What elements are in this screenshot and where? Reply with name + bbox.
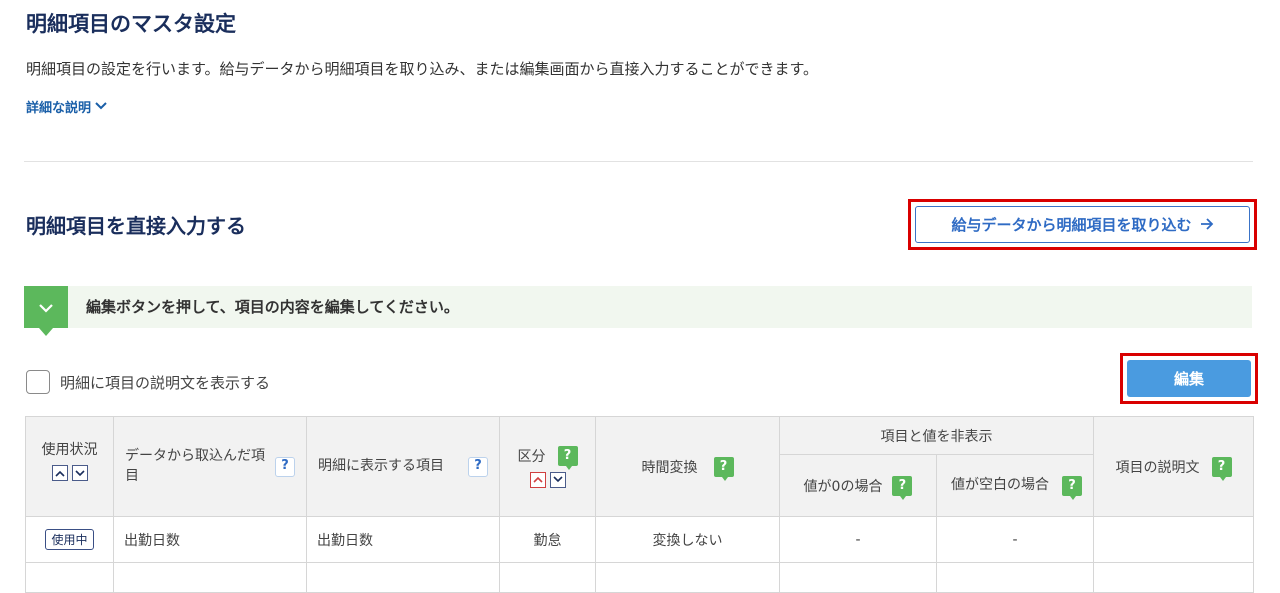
when-zero-cell: [779, 562, 937, 593]
header-time-conversion: 時間変換 ?: [595, 416, 780, 517]
imported-cell: [113, 562, 307, 593]
arrow-right-icon: [1200, 216, 1214, 234]
header-description-label: 項目の説明文: [1115, 459, 1200, 476]
chevron-down-icon: [95, 99, 107, 114]
header-imported: データから取込んだ項目 ?: [113, 416, 307, 517]
show-description-checkbox[interactable]: [26, 370, 50, 394]
import-button-highlight: 給与データから明細項目を取り込む: [908, 199, 1257, 250]
import-button-label: 給与データから明細項目を取り込む: [951, 216, 1192, 234]
status-sort-controls: [27, 465, 112, 481]
time-conversion-cell: [595, 562, 780, 593]
category-cell: 勤怠: [499, 516, 596, 563]
detail-toggle-link[interactable]: 詳細な説明: [26, 97, 107, 116]
display-cell: 出勤日数: [306, 516, 500, 563]
help-icon[interactable]: ?: [1211, 456, 1232, 481]
header-when-zero-label: 値が0の場合: [803, 478, 883, 495]
header-display: 明細に表示する項目 ?: [306, 416, 500, 517]
header-display-label: 明細に表示する項目: [318, 457, 444, 474]
chevron-down-icon[interactable]: [549, 471, 566, 488]
page-description: 明細項目の設定を行います。給与データから明細項目を取り込み、または編集画面から直…: [26, 60, 819, 78]
section-divider: [24, 161, 1253, 162]
import-from-payroll-button[interactable]: 給与データから明細項目を取り込む: [915, 206, 1250, 243]
description-cell: [1093, 516, 1254, 563]
help-icon[interactable]: ?: [713, 456, 734, 481]
status-badge[interactable]: 使用中: [45, 529, 94, 550]
items-table: 使用状況 データから取込んだ項目 ? 明細に表示する項目 ? 区分 ? 時間変換…: [25, 416, 1254, 593]
header-when-zero: 値が0の場合 ?: [779, 454, 937, 517]
status-cell: [25, 562, 114, 593]
help-icon[interactable]: ?: [557, 445, 578, 470]
chevron-down-icon[interactable]: [71, 465, 88, 481]
header-time-conversion-label: 時間変換: [641, 459, 698, 476]
notice-badge: [24, 286, 68, 328]
status-cell: 使用中: [25, 516, 114, 563]
display-cell: [306, 562, 500, 593]
show-description-label[interactable]: 明細に項目の説明文を表示する: [60, 372, 270, 393]
edit-button[interactable]: 編集: [1127, 360, 1251, 397]
time-conversion-cell: 変換しない: [595, 516, 780, 563]
help-icon[interactable]: ?: [1062, 475, 1082, 500]
detail-link-label: 詳細な説明: [26, 101, 92, 116]
when-zero-cell: -: [779, 516, 937, 563]
header-category: 区分 ?: [499, 416, 596, 517]
category-cell: [499, 562, 596, 593]
header-imported-label: データから取込んだ項目: [125, 447, 265, 484]
header-when-blank-label: 値が空白の場合: [951, 476, 1049, 493]
help-icon[interactable]: ?: [468, 456, 488, 477]
chevron-down-icon: [39, 298, 53, 317]
help-icon[interactable]: ?: [275, 456, 295, 477]
when-blank-cell: [936, 562, 1094, 593]
notice-text: 編集ボタンを押して、項目の内容を編集してください。: [86, 298, 459, 316]
header-status-label: 使用状況: [41, 442, 98, 458]
help-icon[interactable]: ?: [892, 475, 913, 500]
notice-bar: 編集ボタンを押して、項目の内容を編集してください。: [24, 286, 1252, 336]
chevron-up-icon[interactable]: [51, 465, 68, 481]
header-hide-group: 項目と値を非表示: [779, 416, 1094, 455]
header-description: 項目の説明文 ?: [1093, 416, 1254, 517]
imported-cell: 出勤日数: [113, 516, 307, 563]
notice-badge-tail: [39, 328, 53, 336]
show-description-option: 明細に項目の説明文を表示する: [26, 370, 270, 394]
category-sort-controls: [501, 471, 594, 488]
section-title: 明細項目を直接入力する: [26, 214, 246, 238]
table-row: 使用中 出勤日数 出勤日数 勤怠 変換しない - -: [25, 516, 1254, 563]
header-category-label: 区分: [517, 448, 546, 465]
header-when-blank: 値が空白の場合 ?: [936, 454, 1094, 517]
header-status: 使用状況: [25, 416, 114, 517]
page-title: 明細項目のマスタ設定: [26, 12, 236, 36]
edit-button-highlight: 編集: [1120, 353, 1258, 404]
table-row: [25, 562, 1254, 593]
chevron-up-icon[interactable]: [529, 471, 546, 488]
description-cell: [1093, 562, 1254, 593]
when-blank-cell: -: [936, 516, 1094, 563]
